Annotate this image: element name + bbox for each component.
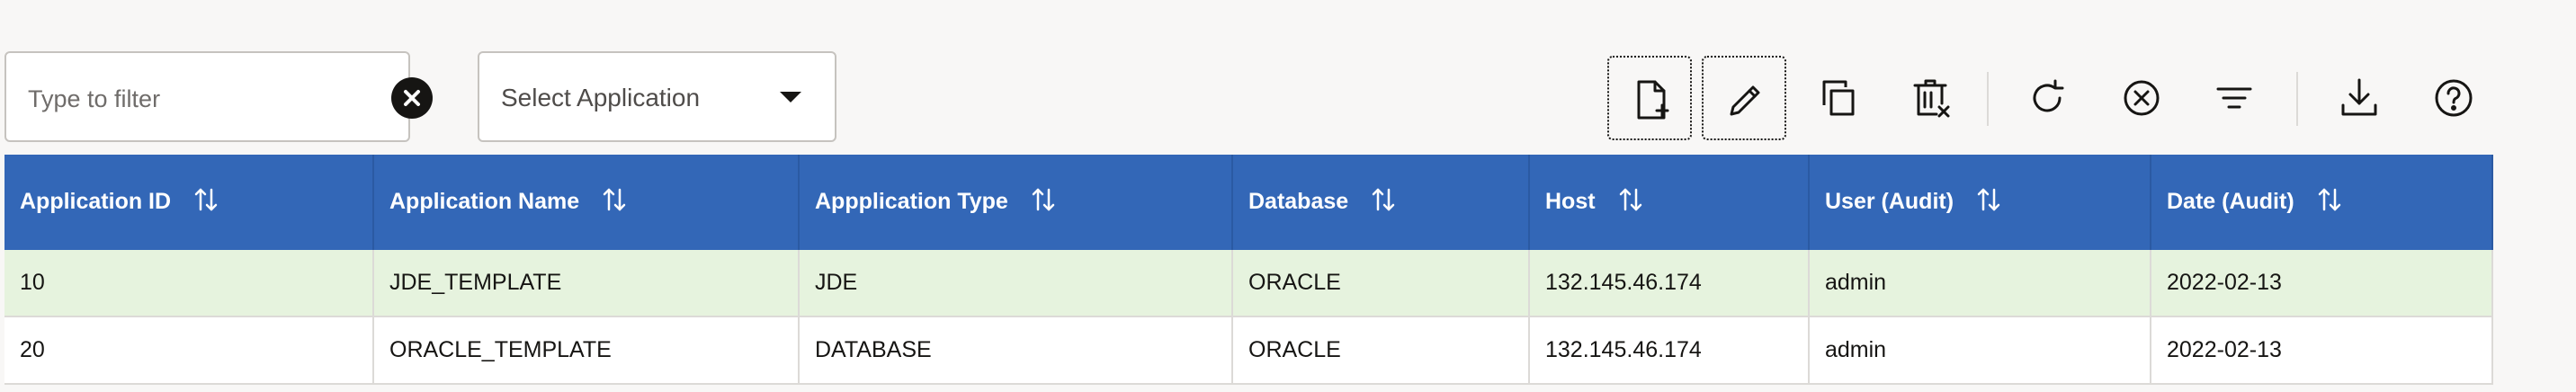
toolbar-divider [1987, 72, 1989, 126]
cell-application-type: DATABASE [799, 316, 1233, 385]
cell-application-type: JDE [799, 250, 1233, 317]
filter-button[interactable] [2192, 56, 2276, 140]
download-button[interactable] [2317, 56, 2402, 140]
cell-application-name: JDE_TEMPLATE [373, 250, 800, 317]
table-row[interactable]: 10 JDE_TEMPLATE JDE ORACLE 132.145.46.17… [4, 250, 2493, 317]
application-select-label: Select Application [501, 84, 701, 111]
chevron-down-icon [780, 92, 801, 102]
help-button[interactable] [2411, 56, 2496, 140]
cell-database: ORACLE [1232, 316, 1530, 385]
cell-application-id: 10 [4, 250, 374, 317]
cell-host: 132.145.46.174 [1529, 316, 1810, 385]
refresh-icon [2033, 79, 2064, 112]
applications-table: Application ID Application Name Appplica… [4, 155, 2493, 385]
copy-button[interactable] [1796, 56, 1881, 140]
download-icon [2341, 78, 2377, 116]
trash-icon [1913, 79, 1950, 118]
copy-icon [1822, 80, 1855, 116]
cancel-button[interactable] [2099, 56, 2184, 140]
cell-application-id: 20 [4, 316, 374, 385]
sort-icon[interactable] [1032, 187, 1055, 218]
filter-lines-icon [2216, 87, 2252, 109]
cell-application-name: ORACLE_TEMPLATE [373, 316, 800, 385]
cell-database: ORACLE [1232, 250, 1530, 317]
new-file-button[interactable] [1607, 56, 1692, 140]
column-header-host[interactable]: Host [1529, 155, 1810, 250]
column-header-application-id[interactable]: Application ID [4, 155, 374, 250]
toolbar-divider [2296, 72, 2298, 126]
sort-icon[interactable] [1619, 187, 1642, 218]
column-header-date-audit[interactable]: Date (Audit) [2151, 155, 2493, 250]
column-header-database[interactable]: Database [1232, 155, 1530, 250]
column-header-application-name[interactable]: Application Name [373, 155, 800, 250]
sort-icon[interactable] [1977, 187, 2000, 218]
sort-icon[interactable] [194, 187, 218, 218]
filter-input[interactable] [26, 80, 362, 118]
delete-button[interactable] [1889, 56, 1973, 140]
cell-user-audit: admin [1809, 250, 2151, 317]
application-select[interactable]: Select Application [478, 51, 836, 142]
sort-icon[interactable] [1372, 187, 1395, 218]
cell-host: 132.145.46.174 [1529, 250, 1810, 317]
column-header-application-type[interactable]: Appplication Type [799, 155, 1233, 250]
help-icon [2435, 79, 2473, 117]
file-plus-icon [1637, 80, 1669, 120]
sort-icon[interactable] [2318, 187, 2341, 218]
cell-date-audit: 2022-02-13 [2151, 316, 2493, 385]
table-row[interactable]: 20 ORACLE_TEMPLATE DATABASE ORACLE 132.1… [4, 316, 2493, 385]
sort-icon[interactable] [603, 187, 626, 218]
cell-user-audit: admin [1809, 316, 2151, 385]
refresh-button[interactable] [2005, 56, 2089, 140]
edit-button[interactable] [1702, 56, 1786, 140]
filter-field[interactable] [4, 51, 433, 142]
cell-date-audit: 2022-02-13 [2151, 250, 2493, 317]
column-header-user-audit[interactable]: User (Audit) [1809, 155, 2151, 250]
pencil-icon [1730, 85, 1760, 116]
clear-filter-icon[interactable] [391, 77, 433, 119]
table-header-row: Application ID Application Name Appplica… [4, 155, 2493, 250]
close-circle-icon [2124, 80, 2160, 116]
